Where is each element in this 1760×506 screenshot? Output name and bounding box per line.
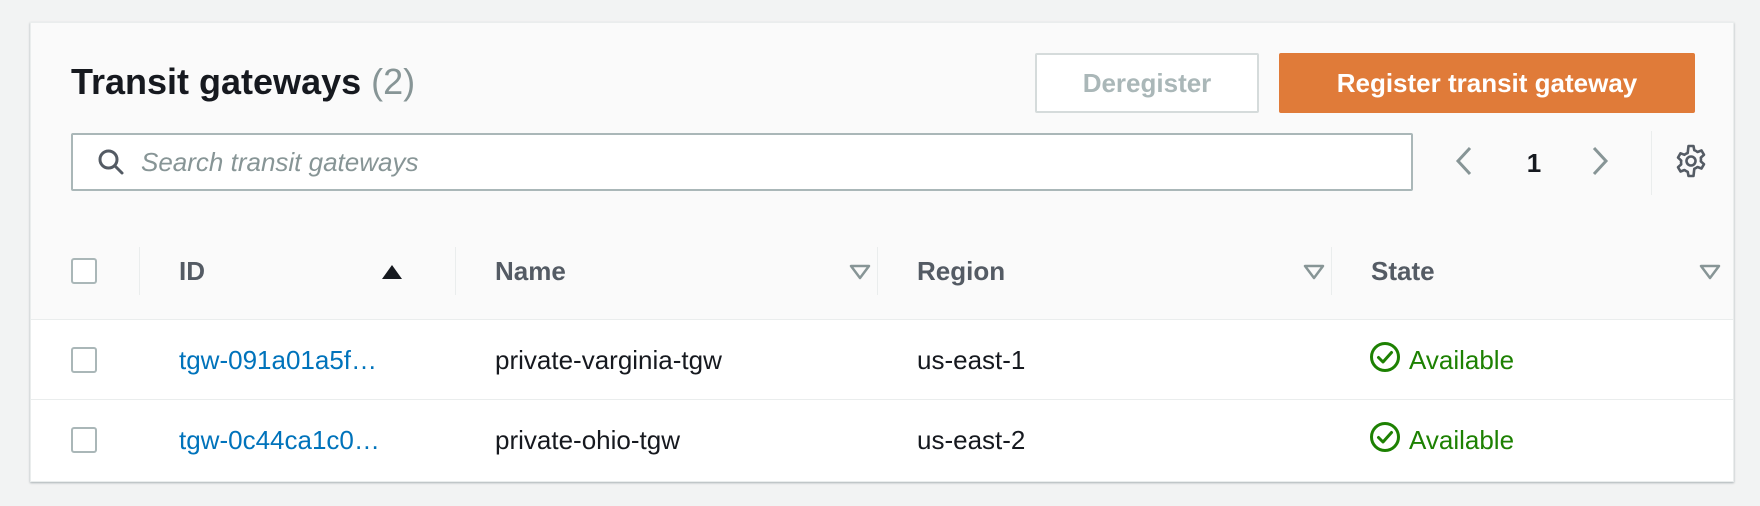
caret-down-outline-icon <box>1699 256 1721 287</box>
column-header-id[interactable]: ID <box>179 223 403 319</box>
transit-gateway-id-link[interactable]: tgw-0c44ca1c0… <box>179 400 380 480</box>
select-all-checkbox[interactable] <box>71 258 97 284</box>
gear-icon <box>1674 144 1708 183</box>
row-checkbox[interactable] <box>71 427 97 453</box>
search-box[interactable] <box>71 133 1413 191</box>
transit-gateway-name: private-varginia-tgw <box>495 344 722 375</box>
register-transit-gateway-button[interactable]: Register transit gateway <box>1279 53 1695 113</box>
deregister-button[interactable]: Deregister <box>1035 53 1259 113</box>
pager-divider <box>1651 131 1652 195</box>
status-badge: Available <box>1369 400 1514 480</box>
title-text: Transit gateways <box>71 61 362 102</box>
status-text: Available <box>1409 344 1515 375</box>
column-header-label: Name <box>495 255 566 286</box>
search-icon <box>81 135 141 189</box>
check-circle-icon <box>1369 421 1409 460</box>
chevron-left-icon <box>1454 145 1474 182</box>
transit-gateways-panel: Transit gateways (2) Deregister Register… <box>30 22 1734 482</box>
search-input[interactable] <box>141 137 1341 187</box>
chevron-right-icon <box>1590 145 1610 182</box>
check-circle-icon <box>1369 341 1409 380</box>
row-checkbox[interactable] <box>71 347 97 373</box>
table-header: ID Name Region State <box>31 223 1733 320</box>
current-page-number[interactable]: 1 <box>1519 135 1549 191</box>
column-separator <box>1331 247 1332 295</box>
column-separator <box>455 247 456 295</box>
column-header-state[interactable]: State <box>1371 223 1721 319</box>
panel-header: Transit gateways (2) Deregister Register… <box>31 23 1733 224</box>
column-header-region[interactable]: Region <box>917 223 1325 319</box>
preferences-button[interactable] <box>1671 143 1711 183</box>
page-title: Transit gateways (2) <box>71 61 415 103</box>
previous-page-button[interactable] <box>1449 135 1479 191</box>
status-text: Available <box>1409 424 1515 455</box>
column-header-label: ID <box>179 255 205 286</box>
column-header-label: State <box>1371 255 1435 286</box>
status-badge: Available <box>1369 320 1514 400</box>
transit-gateway-region: us-east-2 <box>917 424 1026 455</box>
table-row[interactable]: tgw-091a01a5f… private-varginia-tgw us-e… <box>31 320 1733 400</box>
caret-up-icon <box>381 256 403 287</box>
column-separator <box>139 247 140 295</box>
transit-gateway-id-link[interactable]: tgw-091a01a5f… <box>179 320 377 400</box>
column-header-name[interactable]: Name <box>495 223 871 319</box>
column-separator <box>877 247 878 295</box>
title-count: (2) <box>371 61 416 102</box>
transit-gateway-name: private-ohio-tgw <box>495 424 680 455</box>
transit-gateway-region: us-east-1 <box>917 344 1026 375</box>
column-header-label: Region <box>917 255 1006 286</box>
next-page-button[interactable] <box>1585 135 1615 191</box>
table-row[interactable]: tgw-0c44ca1c0… private-ohio-tgw us-east-… <box>31 400 1733 480</box>
caret-down-outline-icon <box>1303 256 1325 287</box>
caret-down-outline-icon <box>849 256 871 287</box>
